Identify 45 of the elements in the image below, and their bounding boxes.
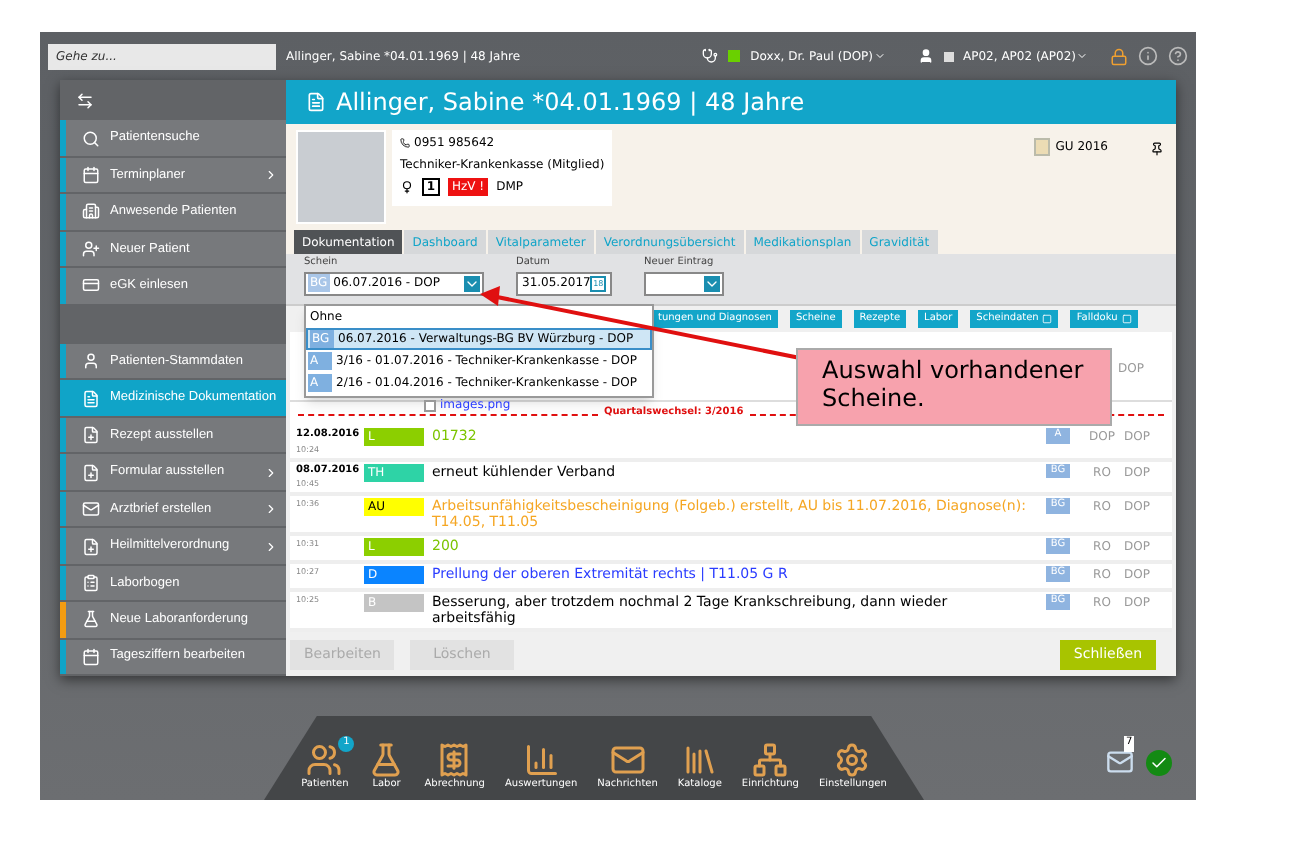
callout-box: Auswahl vorhandener Scheine. xyxy=(796,348,1112,426)
calendar-icon xyxy=(82,166,100,185)
entry-select[interactable] xyxy=(644,271,724,295)
calendar-icon xyxy=(82,647,100,666)
search-icon xyxy=(82,129,100,148)
header-title: Allinger, Sabine *04.01.1969 | 48 Jahre xyxy=(336,86,805,120)
female-icon xyxy=(400,180,414,194)
photo-placeholder xyxy=(296,130,386,224)
flask-icon xyxy=(368,741,405,777)
dropdown-icon xyxy=(464,275,480,291)
help-icon[interactable] xyxy=(1168,46,1188,66)
square-icon xyxy=(1121,314,1132,324)
status-square-icon xyxy=(728,50,741,62)
person-icon xyxy=(82,352,100,371)
document-icon xyxy=(82,389,100,408)
phone-icon xyxy=(400,138,410,148)
envelope-icon xyxy=(609,741,646,777)
file-plus-icon xyxy=(82,537,100,555)
receipt-icon xyxy=(436,741,473,777)
pin-icon[interactable] xyxy=(1150,142,1164,156)
caret-icon xyxy=(873,50,886,62)
stethoscope-icon xyxy=(702,48,719,64)
flask-icon xyxy=(82,610,100,629)
envelope-icon[interactable] xyxy=(1106,748,1134,776)
dropdown-icon xyxy=(704,275,720,291)
settings-icon xyxy=(834,741,871,777)
collapse-icon[interactable] xyxy=(76,91,94,110)
file-plus-icon xyxy=(82,426,100,445)
document-icon xyxy=(306,92,326,112)
check-icon xyxy=(1146,750,1172,776)
info-icon[interactable] xyxy=(1138,46,1158,66)
books-icon xyxy=(681,741,718,777)
lock-icon[interactable] xyxy=(1110,47,1128,65)
file-plus-icon xyxy=(82,463,100,482)
add-person-icon xyxy=(82,239,100,258)
people-icon xyxy=(306,741,343,777)
square-icon xyxy=(1042,314,1053,324)
caret-icon xyxy=(1076,50,1088,62)
clipboard-icon xyxy=(82,573,100,592)
card-icon xyxy=(82,276,100,295)
building-icon xyxy=(82,202,100,221)
envelope-icon xyxy=(82,500,100,519)
bar-chart-icon xyxy=(523,741,560,777)
person-icon xyxy=(917,48,934,64)
network-icon xyxy=(752,741,789,777)
